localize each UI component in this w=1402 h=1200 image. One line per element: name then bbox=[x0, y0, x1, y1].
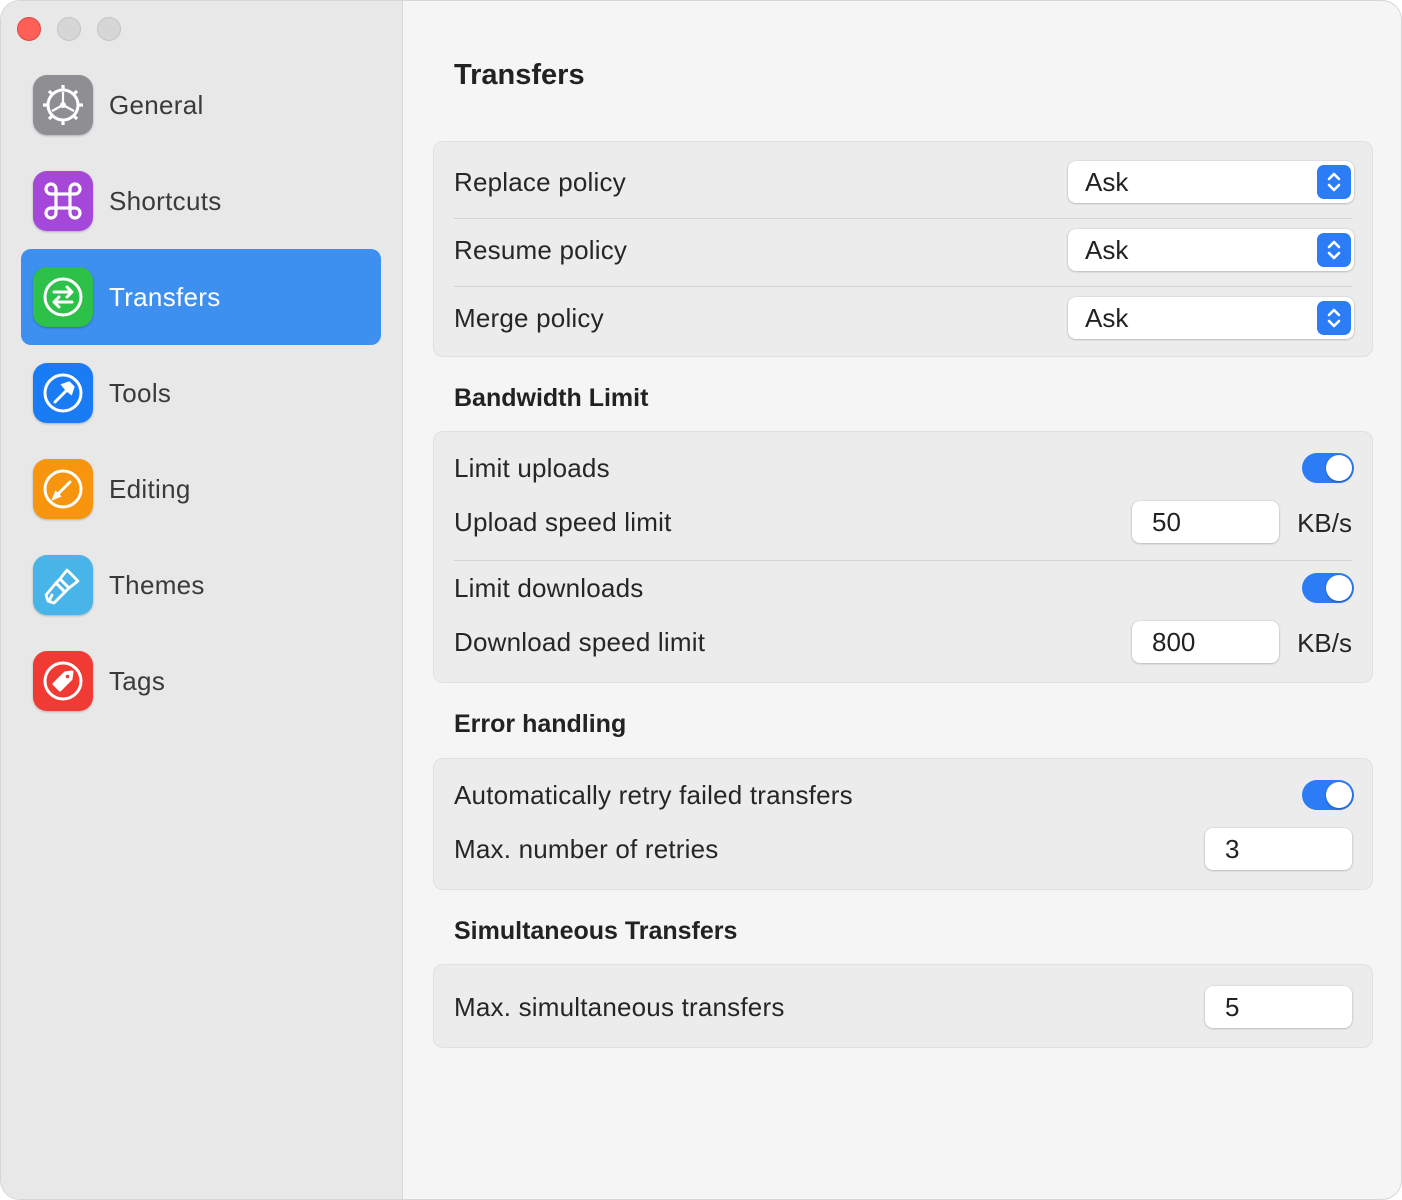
sidebar: General Shortcuts Transfers Tools Editin… bbox=[1, 1, 403, 1199]
sidebar-item-tools[interactable]: Tools bbox=[21, 345, 381, 441]
main-content: Transfers Replace policy Ask Resume poli… bbox=[403, 1, 1401, 1199]
policies-card: Replace policy Ask Resume policy Ask Mer… bbox=[433, 141, 1373, 357]
replace-policy-label: Replace policy bbox=[454, 166, 626, 197]
max-retries-input[interactable]: 3 bbox=[1205, 828, 1352, 870]
upload-speed-unit: KB/s bbox=[1297, 508, 1352, 538]
sidebar-item-transfers[interactable]: Transfers bbox=[21, 249, 381, 345]
limit-uploads-label: Limit uploads bbox=[454, 452, 610, 483]
resume-policy-value: Ask bbox=[1085, 234, 1129, 265]
error-handling-section-title: Error handling bbox=[454, 710, 627, 738]
sidebar-item-label: Tags bbox=[109, 665, 166, 696]
replace-policy-select[interactable]: Ask bbox=[1068, 161, 1354, 203]
page-title: Transfers bbox=[454, 59, 585, 91]
sidebar-nav: General Shortcuts Transfers Tools Editin… bbox=[21, 57, 381, 729]
auto-retry-row: Automatically retry failed transfers bbox=[454, 771, 1352, 819]
window-controls bbox=[17, 17, 121, 41]
limit-uploads-row: Limit uploads bbox=[454, 444, 1352, 492]
sidebar-item-label: Tools bbox=[109, 377, 172, 408]
auto-retry-label: Automatically retry failed transfers bbox=[454, 779, 853, 810]
chevron-updown-icon bbox=[1317, 233, 1351, 267]
sidebar-item-label: Transfers bbox=[109, 281, 221, 312]
simultaneous-section-title: Simultaneous Transfers bbox=[454, 917, 738, 945]
max-retries-label: Max. number of retries bbox=[454, 833, 719, 864]
merge-policy-label: Merge policy bbox=[454, 302, 604, 333]
limit-downloads-row: Limit downloads bbox=[454, 564, 1352, 612]
chevron-updown-icon bbox=[1317, 165, 1351, 199]
close-window-button[interactable] bbox=[17, 17, 41, 41]
sidebar-item-tags[interactable]: Tags bbox=[21, 633, 381, 729]
paintbrush-icon bbox=[33, 555, 93, 615]
pencil-icon bbox=[33, 459, 93, 519]
command-icon bbox=[33, 171, 93, 231]
tag-icon bbox=[33, 651, 93, 711]
divider bbox=[454, 560, 1352, 561]
merge-policy-select[interactable]: Ask bbox=[1068, 297, 1354, 339]
sidebar-item-label: Themes bbox=[109, 569, 205, 600]
divider bbox=[454, 286, 1352, 287]
upload-speed-input[interactable]: 50 bbox=[1132, 501, 1279, 543]
simultaneous-card: Max. simultaneous transfers 5 bbox=[433, 964, 1373, 1048]
download-speed-unit: KB/s bbox=[1297, 628, 1352, 658]
resume-policy-select[interactable]: Ask bbox=[1068, 229, 1354, 271]
sidebar-item-general[interactable]: General bbox=[21, 57, 381, 153]
hammer-icon bbox=[33, 363, 93, 423]
zoom-window-button[interactable] bbox=[97, 17, 121, 41]
sidebar-item-editing[interactable]: Editing bbox=[21, 441, 381, 537]
bandwidth-section-title: Bandwidth Limit bbox=[454, 384, 649, 412]
max-simultaneous-input[interactable]: 5 bbox=[1205, 986, 1352, 1028]
error-handling-card: Automatically retry failed transfers Max… bbox=[433, 758, 1373, 890]
sidebar-item-label: Shortcuts bbox=[109, 185, 222, 216]
auto-retry-toggle[interactable] bbox=[1302, 780, 1354, 810]
sidebar-item-label: General bbox=[109, 89, 204, 120]
upload-speed-label: Upload speed limit bbox=[454, 506, 672, 537]
bandwidth-card: Limit uploads Upload speed limit 50 KB/s… bbox=[433, 431, 1373, 683]
merge-policy-value: Ask bbox=[1085, 302, 1129, 333]
resume-policy-label: Resume policy bbox=[454, 234, 628, 265]
sidebar-item-shortcuts[interactable]: Shortcuts bbox=[21, 153, 381, 249]
divider bbox=[454, 218, 1352, 219]
sidebar-item-themes[interactable]: Themes bbox=[21, 537, 381, 633]
download-speed-label: Download speed limit bbox=[454, 626, 706, 657]
transfer-arrows-icon bbox=[33, 267, 93, 327]
limit-downloads-label: Limit downloads bbox=[454, 572, 644, 603]
gear-icon bbox=[33, 75, 93, 135]
limit-downloads-toggle[interactable] bbox=[1302, 573, 1354, 603]
minimize-window-button[interactable] bbox=[57, 17, 81, 41]
max-simultaneous-label: Max. simultaneous transfers bbox=[454, 991, 785, 1022]
chevron-updown-icon bbox=[1317, 301, 1351, 335]
limit-uploads-toggle[interactable] bbox=[1302, 453, 1354, 483]
replace-policy-value: Ask bbox=[1085, 166, 1129, 197]
download-speed-input[interactable]: 800 bbox=[1132, 621, 1279, 663]
sidebar-item-label: Editing bbox=[109, 473, 191, 504]
preferences-window: General Shortcuts Transfers Tools Editin… bbox=[0, 0, 1402, 1200]
